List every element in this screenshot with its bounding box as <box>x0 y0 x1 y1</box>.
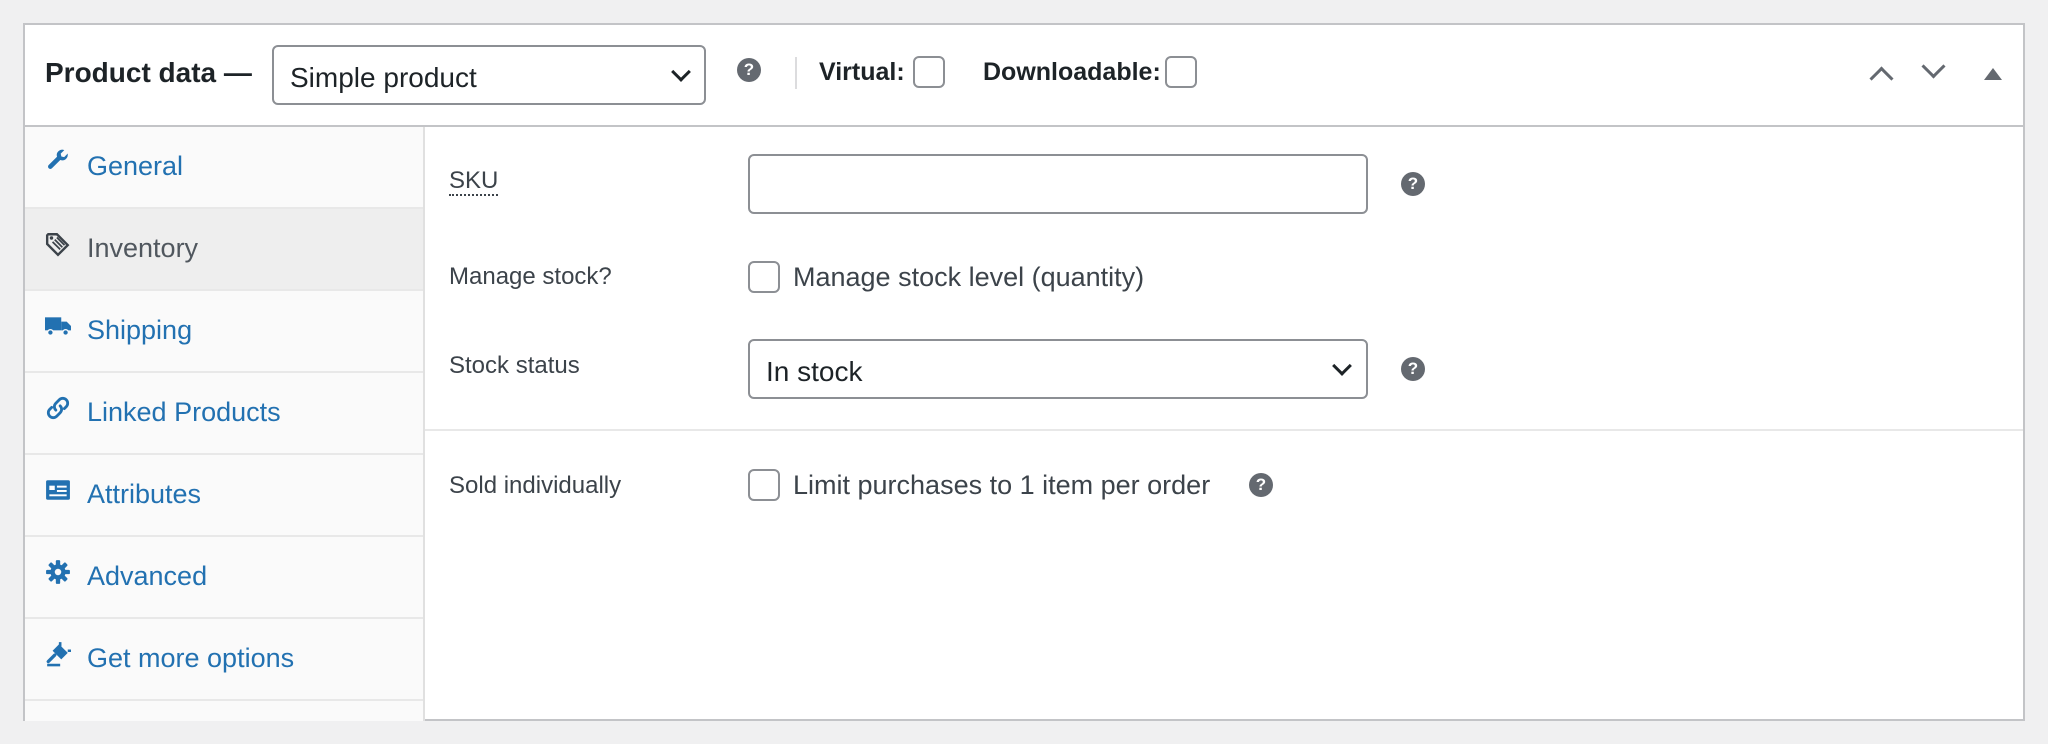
product-type-value: Simple product <box>290 62 477 93</box>
tab-label: Attributes <box>87 479 202 509</box>
help-icon[interactable]: ? <box>1249 473 1273 497</box>
tab-label: Linked Products <box>87 397 281 427</box>
downloadable-checkbox[interactable] <box>1165 56 1197 88</box>
tab-label: Get more options <box>87 643 295 673</box>
chevron-up-icon <box>1869 66 1894 91</box>
sku-input[interactable] <box>748 154 1368 214</box>
help-icon[interactable]: ? <box>1401 172 1425 196</box>
gear-icon <box>46 560 70 584</box>
chevron-down-icon <box>1332 356 1352 376</box>
manage-stock-checkbox-label: Manage stock level (quantity) <box>793 262 1145 292</box>
inventory-panel: SKU ? Manage stock? Manage stock level (… <box>425 127 2023 721</box>
truck-icon <box>45 317 71 336</box>
move-up-button[interactable] <box>1861 55 1901 95</box>
tab-attributes[interactable]: Attributes <box>25 455 423 537</box>
tab-linked-products[interactable]: Linked Products <box>25 373 423 455</box>
list-card-icon <box>46 480 70 500</box>
stock-status-label: Stock status <box>449 352 580 379</box>
manage-stock-checkbox[interactable] <box>748 261 780 293</box>
chevron-down-icon <box>1921 54 1946 79</box>
plugin-icon <box>46 642 71 667</box>
manage-stock-label: Manage stock? <box>449 263 612 290</box>
move-down-button[interactable] <box>1913 54 1953 95</box>
sku-label: SKU <box>449 167 499 196</box>
tab-inventory[interactable]: Inventory <box>25 209 423 291</box>
help-icon[interactable]: ? <box>737 58 761 82</box>
panel-title: Product data — <box>45 57 252 88</box>
link-icon <box>46 396 70 420</box>
product-data-tabs: General Inventory Shipping Linked Produc… <box>25 127 425 721</box>
chevron-down-icon <box>671 62 691 82</box>
sold-individually-label: Sold individually <box>449 472 622 499</box>
tab-label: Shipping <box>87 315 193 345</box>
header-divider <box>795 57 797 89</box>
product-data-header: Product data — Simple product ? Virtual:… <box>25 25 2023 127</box>
virtual-label: Virtual: <box>819 58 905 86</box>
tab-label: Advanced <box>87 561 208 591</box>
collapse-toggle-icon[interactable] <box>1984 68 2002 80</box>
help-icon[interactable]: ? <box>1401 357 1425 381</box>
tag-icon <box>45 233 70 257</box>
tab-shipping[interactable]: Shipping <box>25 291 423 373</box>
sold-individually-checkbox-label: Limit purchases to 1 item per order <box>793 470 1211 500</box>
form-section-divider <box>425 429 2023 431</box>
virtual-checkbox[interactable] <box>913 56 945 88</box>
tab-label: Inventory <box>87 233 199 263</box>
tab-get-more-options[interactable]: Get more options <box>25 619 423 701</box>
product-type-select[interactable]: Simple product <box>272 45 706 105</box>
tab-general[interactable]: General <box>25 127 423 209</box>
sold-individually-checkbox[interactable] <box>748 469 780 501</box>
stock-status-value: In stock <box>766 356 863 387</box>
tab-label: General <box>87 151 184 181</box>
stock-status-select[interactable]: In stock <box>748 339 1368 399</box>
wrench-icon <box>48 149 68 169</box>
tab-advanced[interactable]: Advanced <box>25 537 423 619</box>
product-data-panel: Product data — Simple product ? Virtual:… <box>23 23 2025 721</box>
sku-abbreviation: SKU <box>449 167 499 196</box>
downloadable-label: Downloadable: <box>983 58 1161 86</box>
